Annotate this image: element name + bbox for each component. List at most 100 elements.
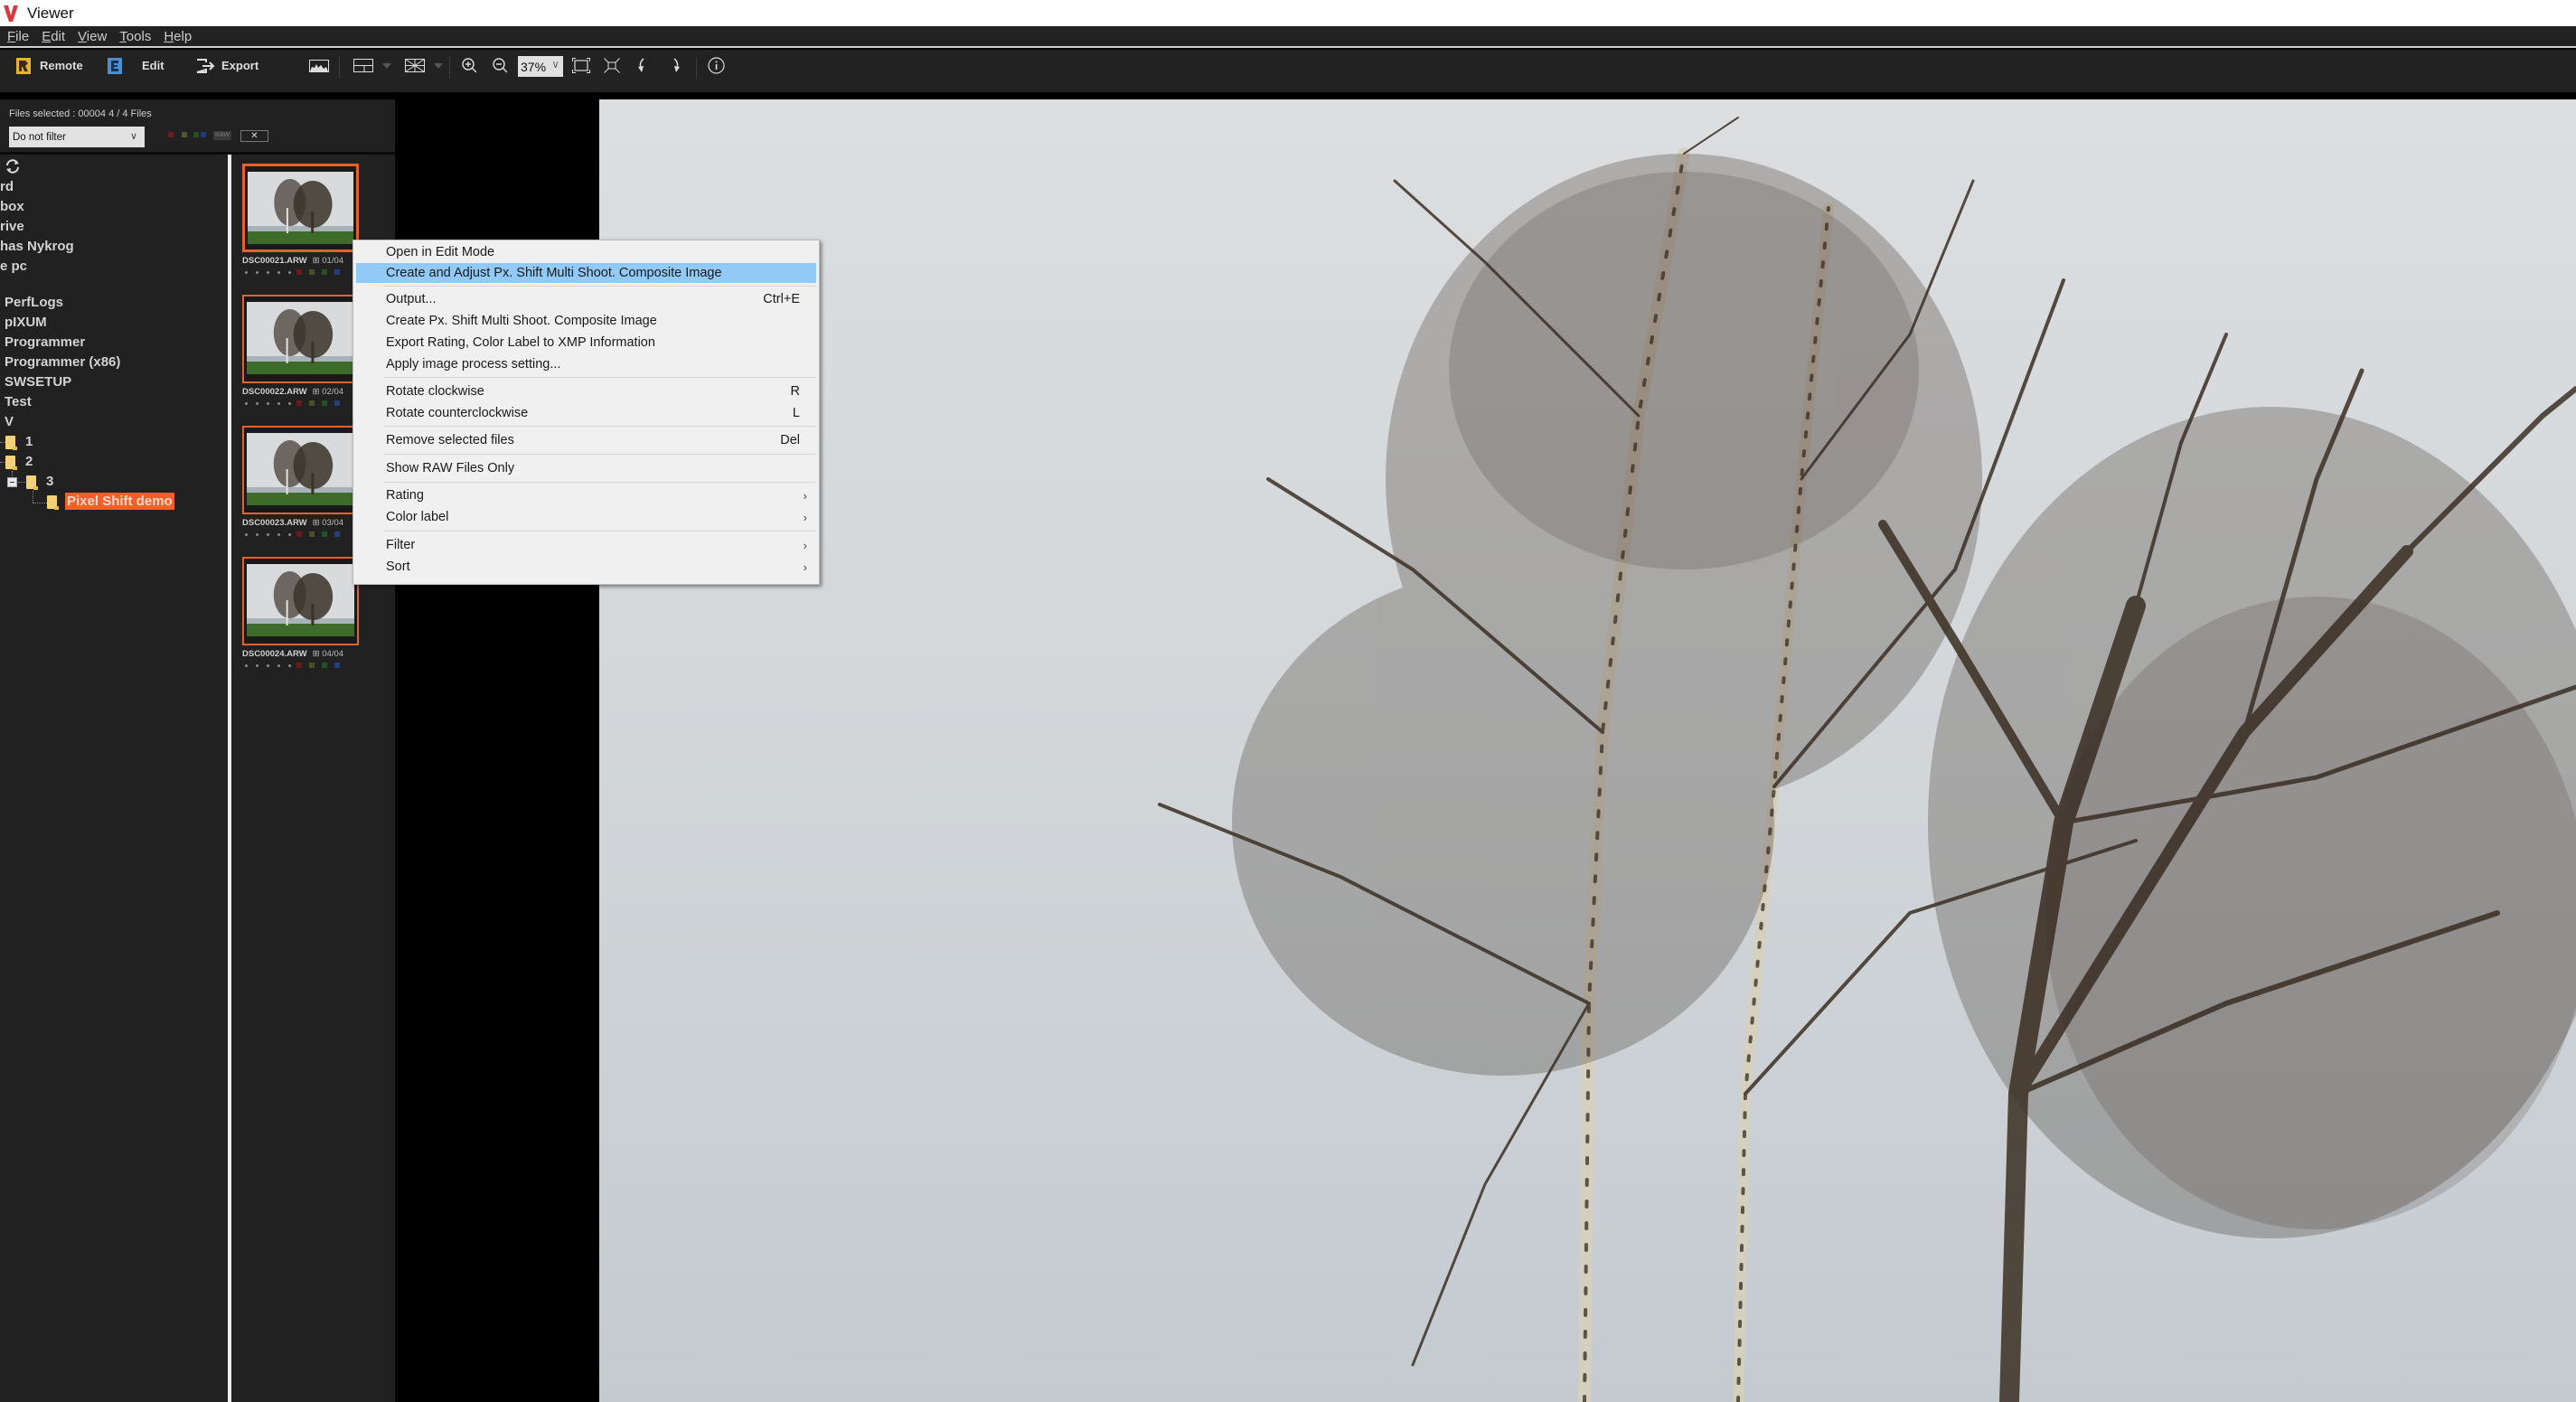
tree-node[interactable]: pIXUM (5, 315, 47, 330)
rating-row[interactable] (242, 269, 359, 275)
edit-mode-button[interactable]: Edit (108, 50, 165, 81)
tree-node[interactable]: Programmer (5, 334, 85, 350)
thumbnail-image (247, 564, 354, 636)
tree-node[interactable]: PerfLogs (5, 295, 63, 310)
thumbnail-item[interactable]: DSC00024.ARW ⊞ 04/04 (242, 557, 359, 668)
zoom-level-select[interactable]: 37% ∨ (518, 56, 563, 77)
tree-node[interactable]: e pc (0, 259, 27, 274)
tree-node[interactable]: 2 (25, 454, 33, 469)
rotate-right-button[interactable] (671, 50, 680, 81)
menu-separator (383, 426, 816, 427)
remote-button[interactable]: Remote (16, 50, 83, 81)
grid-dropdown-arrow[interactable] (434, 62, 443, 69)
menu-separator (383, 286, 816, 287)
chevron-right-icon: › (803, 538, 807, 552)
thumbnail-filename: DSC00021.ARW (242, 256, 307, 266)
menu-help[interactable]: Help (164, 29, 192, 44)
tree-node[interactable]: rive (0, 219, 24, 234)
layout-button[interactable] (353, 50, 391, 81)
zoom-in-icon (462, 58, 477, 73)
histogram-button[interactable] (309, 50, 329, 81)
browser-panel: Files selected : 00004 4 / 4 Files Do no… (0, 99, 395, 1402)
remote-icon (16, 57, 31, 74)
refresh-icon[interactable] (5, 158, 21, 174)
filter-color-yellow[interactable] (182, 132, 187, 137)
tree-node[interactable]: Programmer (x86) (5, 354, 120, 370)
thumbnail-image (248, 172, 353, 244)
menu-edit[interactable]: Edit (42, 29, 65, 44)
thumbnail-frame (242, 295, 359, 383)
menu-item-sort[interactable]: Sort › (356, 557, 816, 577)
grid-overlay-button[interactable] (405, 50, 443, 81)
image-viewer[interactable] (599, 99, 2576, 1402)
thumbnail-filename: DSC00022.ARW (242, 387, 307, 397)
files-selected-count: Files selected : 00004 4 / 4 Files (9, 108, 152, 119)
menu-file[interactable]: File (7, 29, 29, 44)
tree-node-selected[interactable]: Pixel Shift demo (65, 493, 174, 510)
menu-item-create-pixel-shift[interactable]: Create Px. Shift Multi Shoot. Composite … (356, 311, 816, 331)
thumbnail-filename: DSC00023.ARW (242, 518, 307, 528)
menu-item-apply-process-setting[interactable]: Apply image process setting... (356, 354, 816, 374)
export-button[interactable]: Export (196, 50, 259, 81)
tree-node[interactable]: has Nykrog (0, 239, 74, 254)
toolbar: Remote Edit Export 37% ∨ (0, 50, 2576, 96)
menu-item-rotate-counterclockwise[interactable]: Rotate counterclockwise L (356, 403, 816, 423)
histogram-icon (309, 59, 329, 72)
thumbnail-item[interactable]: DSC00021.ARW ⊞ 01/04 (242, 164, 359, 275)
filter-color-blue[interactable] (201, 132, 206, 137)
rating-row[interactable] (242, 400, 359, 406)
toolbar-separator (696, 57, 697, 79)
zoom-in-button[interactable] (462, 50, 477, 81)
menu-item-show-raw-only[interactable]: Show RAW Files Only (356, 458, 816, 478)
tree-node[interactable]: Test (5, 394, 32, 409)
rating-row[interactable] (242, 532, 359, 537)
menu-item-rotate-clockwise[interactable]: Rotate clockwise R (356, 381, 816, 401)
tree-node[interactable]: box (0, 199, 24, 214)
thumbnail-filename: DSC00024.ARW (242, 649, 307, 659)
rotate-right-icon (673, 58, 680, 72)
zoom-out-button[interactable] (493, 50, 508, 81)
chevron-down-icon: ∨ (129, 131, 137, 142)
layout-dropdown-arrow[interactable] (382, 62, 391, 69)
menu-item-create-adjust-pixel-shift[interactable]: Create and Adjust Px. Shift Multi Shoot.… (356, 263, 816, 283)
export-icon (196, 58, 215, 73)
folder-icon (47, 495, 59, 510)
thumbnail-image (247, 433, 354, 505)
rating-row[interactable] (242, 663, 359, 668)
info-button[interactable] (708, 50, 725, 81)
chevron-down-icon: ∨ (551, 58, 559, 71)
raw-filter-button[interactable]: RAW (213, 131, 231, 140)
filter-color-green[interactable] (193, 132, 199, 137)
clear-filter-button[interactable]: ✕ (240, 130, 268, 142)
tree-node[interactable]: V (5, 414, 14, 429)
filter-select[interactable]: Do not filter ∨ (9, 127, 145, 147)
edit-icon (108, 57, 122, 74)
tree-node[interactable]: rd (0, 179, 14, 194)
menu-item-export-rating-xmp[interactable]: Export Rating, Color Label to XMP Inform… (356, 333, 816, 353)
menu-item-color-label[interactable]: Color label › (356, 507, 816, 527)
collapse-toggle[interactable] (7, 477, 17, 487)
thumbnail-frame (242, 426, 359, 514)
menu-item-output[interactable]: Output... Ctrl+E (356, 289, 816, 309)
fit-screen-icon (572, 58, 590, 73)
thumbnail-frame (242, 164, 359, 252)
tree-node[interactable]: 3 (46, 474, 53, 489)
menu-view[interactable]: View (78, 29, 107, 44)
thumbnail-item[interactable]: DSC00022.ARW ⊞ 02/04 (242, 295, 359, 406)
thumbnail-image (247, 302, 354, 374)
tree-node[interactable]: SWSETUP (5, 374, 71, 390)
menu-tools[interactable]: Tools (119, 29, 151, 44)
tree-node[interactable]: 1 (25, 434, 33, 449)
menu-item-open-edit-mode[interactable]: Open in Edit Mode (356, 242, 816, 262)
actual-size-button[interactable] (604, 50, 620, 81)
menu-item-remove-files[interactable]: Remove selected files Del (356, 430, 816, 450)
menu-item-filter[interactable]: Filter › (356, 535, 816, 555)
fit-screen-button[interactable] (572, 50, 590, 81)
actual-size-icon (604, 58, 620, 73)
rotate-left-button[interactable] (638, 50, 647, 81)
filter-color-red[interactable] (168, 132, 174, 137)
thumbnail-item[interactable]: DSC00023.ARW ⊞ 03/04 (242, 426, 359, 537)
grid-overlay-icon (405, 59, 425, 72)
toolbar-separator (449, 57, 450, 79)
menu-item-rating[interactable]: Rating › (356, 485, 816, 505)
